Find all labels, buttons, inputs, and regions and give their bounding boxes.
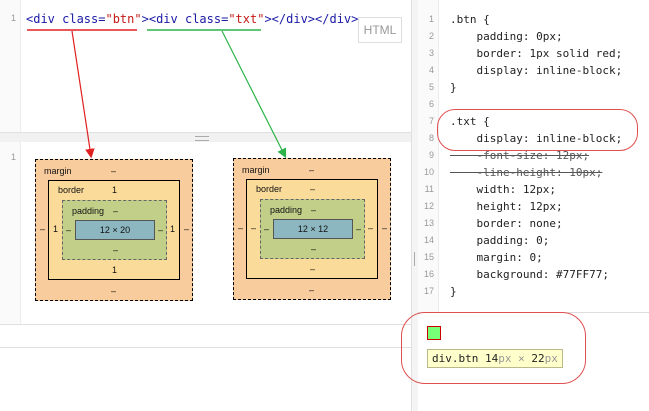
margin-top-value: – bbox=[309, 165, 315, 175]
line-number: 2 bbox=[428, 31, 434, 41]
padding-box: padding – – – – 12 × 20 bbox=[62, 200, 167, 260]
code-token: > bbox=[141, 12, 149, 26]
css-line[interactable]: border: 1px solid red; bbox=[450, 45, 622, 62]
margin-bottom-value: – bbox=[309, 285, 315, 295]
code-token: "txt" bbox=[228, 12, 265, 26]
line-number: 5 bbox=[428, 82, 434, 92]
margin-left-value: – bbox=[40, 224, 46, 234]
css-line[interactable]: display: inline-block; bbox=[450, 62, 622, 79]
padding-top-value: – bbox=[113, 206, 119, 216]
box-model-txt: margin – – – – border – – – – padding – … bbox=[233, 158, 391, 300]
border-label: border bbox=[58, 185, 85, 195]
border-left-value: – bbox=[251, 223, 257, 233]
line-number: 8 bbox=[428, 133, 434, 143]
padding-box: padding – – – – 12 × 12 bbox=[260, 199, 365, 259]
bottom-strip bbox=[0, 324, 411, 348]
margin-top-value: – bbox=[111, 166, 117, 176]
code-token: <div bbox=[26, 12, 63, 26]
padding-bottom-value: – bbox=[113, 245, 119, 255]
border-top-value: – bbox=[310, 184, 316, 194]
line-number: 16 bbox=[423, 269, 434, 279]
css-line[interactable]: padding: 0px; bbox=[450, 28, 562, 45]
line-number: 9 bbox=[428, 150, 434, 160]
line-number: 4 bbox=[428, 65, 434, 75]
code-token: ></div></div> bbox=[264, 12, 359, 26]
content-box: 12 × 20 bbox=[75, 220, 155, 240]
box-model-btn: margin – – – – border 1 1 1 1 padding – … bbox=[35, 159, 193, 301]
margin-left-value: – bbox=[238, 223, 244, 233]
line-number: 3 bbox=[428, 48, 434, 58]
line-number: 12 bbox=[423, 201, 434, 211]
line-number: 11 bbox=[424, 184, 434, 194]
content-box: 12 × 12 bbox=[273, 219, 353, 239]
css-gutter: 1 2 3 4 5 6 7 8 9 10 11 12 13 14 15 16 1… bbox=[418, 0, 439, 312]
margin-right-value: – bbox=[184, 224, 190, 234]
padding-bottom-value: – bbox=[311, 244, 317, 254]
code-token: <div bbox=[148, 12, 185, 26]
padding-label: padding bbox=[72, 206, 105, 216]
css-line[interactable]: } bbox=[450, 283, 457, 300]
border-label: border bbox=[256, 184, 283, 194]
line-number: 7 bbox=[428, 116, 434, 126]
grip-icon bbox=[195, 136, 209, 141]
margin-label: margin bbox=[242, 165, 270, 175]
annotation-oval-txt-rule bbox=[437, 109, 638, 151]
line-number: 1 bbox=[10, 13, 16, 23]
padding-right-value: – bbox=[356, 224, 362, 234]
result-gutter: 1 bbox=[0, 142, 21, 324]
line-number: 10 bbox=[423, 167, 434, 177]
css-line[interactable]: -line-height: 10px; bbox=[450, 164, 602, 181]
line-number: 15 bbox=[423, 252, 434, 262]
code-token: "btn" bbox=[105, 12, 142, 26]
line-number: 6 bbox=[428, 99, 434, 109]
line-number: 1 bbox=[428, 14, 434, 24]
css-editor[interactable]: 1 2 3 4 5 6 7 8 9 10 11 12 13 14 15 16 1… bbox=[418, 0, 649, 313]
border-right-value: 1 bbox=[170, 224, 176, 234]
margin-label: margin bbox=[44, 166, 72, 176]
html-mode-label: HTML bbox=[358, 17, 402, 43]
border-left-value: 1 bbox=[53, 224, 59, 234]
border-box: border – – – – padding – – – – 12 × 12 bbox=[246, 179, 378, 279]
css-line[interactable]: height: 12px; bbox=[450, 198, 562, 215]
css-line[interactable]: .btn { bbox=[450, 11, 490, 28]
border-box: border 1 1 1 1 padding – – – – 12 × 20 bbox=[48, 180, 180, 280]
padding-label: padding bbox=[270, 205, 303, 215]
margin-bottom-value: – bbox=[111, 286, 117, 296]
left-pane: 1 <div class="btn"><div class="txt"></di… bbox=[0, 0, 412, 411]
line-number: 13 bbox=[423, 218, 434, 228]
html-editor[interactable]: 1 <div class="btn"><div class="txt"></di… bbox=[0, 0, 411, 132]
padding-top-value: – bbox=[311, 205, 317, 215]
padding-left-value: – bbox=[264, 224, 270, 234]
border-right-value: – bbox=[368, 223, 374, 233]
css-line[interactable]: border: none; bbox=[450, 215, 562, 232]
line-number: 14 bbox=[423, 235, 434, 245]
code-token: class bbox=[62, 12, 99, 26]
code-token: class bbox=[184, 12, 222, 26]
css-line[interactable]: padding: 0; bbox=[450, 232, 549, 249]
css-line[interactable]: background: #77FF77; bbox=[450, 266, 608, 283]
padding-left-value: – bbox=[66, 225, 72, 235]
html-gutter: 1 bbox=[0, 0, 21, 132]
line-number: 1 bbox=[10, 152, 16, 162]
annotation-oval-tooltip bbox=[401, 312, 586, 384]
padding-right-value: – bbox=[158, 225, 164, 235]
css-line[interactable]: width: 12px; bbox=[450, 181, 555, 198]
border-bottom-value: – bbox=[310, 264, 316, 274]
margin-right-value: – bbox=[382, 223, 388, 233]
border-top-value: 1 bbox=[112, 185, 118, 195]
css-line[interactable]: margin: 0; bbox=[450, 249, 542, 266]
border-bottom-value: 1 bbox=[112, 265, 118, 275]
css-line[interactable]: } bbox=[450, 79, 457, 96]
html-code-line[interactable]: <div class="btn"><div class="txt"></div>… bbox=[26, 11, 358, 27]
line-number: 17 bbox=[423, 286, 434, 296]
